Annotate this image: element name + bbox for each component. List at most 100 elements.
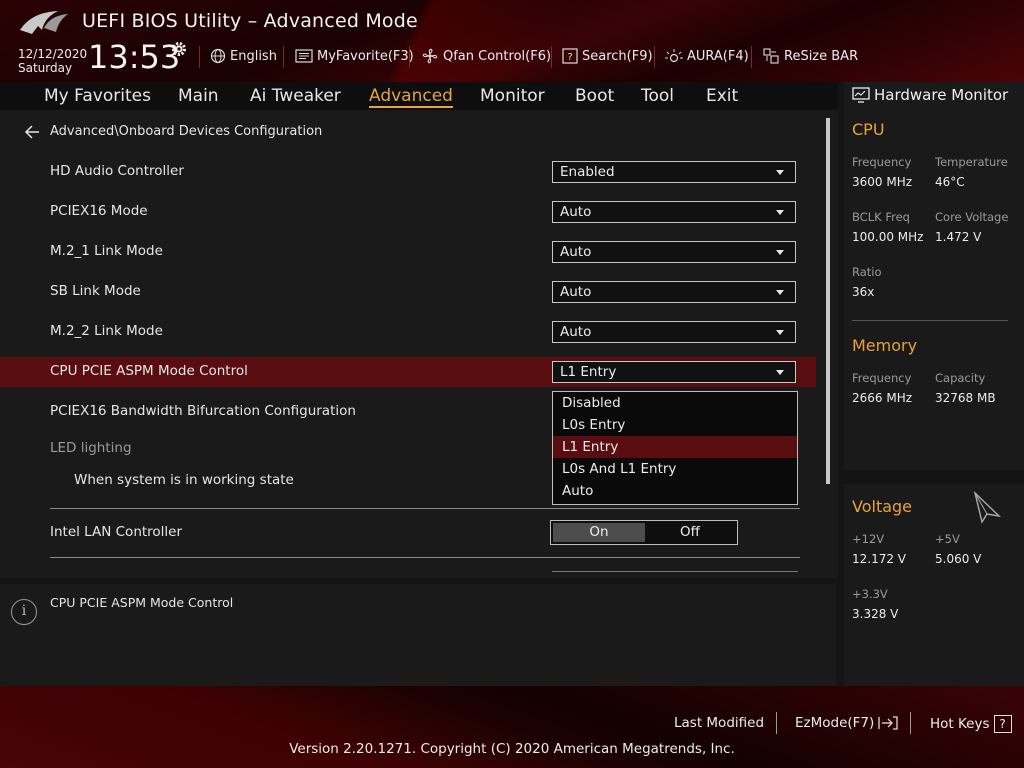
breadcrumb: Advanced\Onboard Devices Configuration bbox=[24, 124, 322, 139]
aura-button[interactable]: AURA(F4) bbox=[665, 47, 749, 65]
header-bar: UEFI BIOS Utility – Advanced Mode 12/12/… bbox=[0, 0, 1024, 82]
help-text: CPU PCIE ASPM Mode Control bbox=[50, 595, 234, 610]
cpu-pcie-aspm-select[interactable]: L1 Entry bbox=[552, 361, 796, 383]
ratio-label: Ratio bbox=[852, 265, 882, 279]
chevron-down-icon bbox=[776, 210, 784, 215]
info-icon: i bbox=[11, 599, 37, 625]
hot-keys-button[interactable]: Hot Keys ? bbox=[930, 715, 1012, 733]
dropdown-option-l0s-entry[interactable]: L0s Entry bbox=[553, 414, 797, 436]
v33-value: 3.328 V bbox=[852, 607, 899, 621]
cpu-frequency-value: 3600 MHz bbox=[852, 175, 913, 189]
cpu-temperature-value: 46°C bbox=[935, 175, 965, 189]
sb-link-select[interactable]: Auto bbox=[552, 281, 796, 303]
tab-main[interactable]: Main bbox=[178, 86, 219, 106]
setting-label-led-working[interactable]: When system is in working state bbox=[74, 472, 294, 488]
memory-heading: Memory bbox=[852, 336, 918, 355]
dropdown-option-l1-entry[interactable]: L1 Entry bbox=[553, 436, 797, 458]
breadcrumb-path: Advanced\Onboard Devices Configuration bbox=[50, 124, 323, 139]
dropdown-option-l0s-and-l1-entry[interactable]: L0s And L1 Entry bbox=[553, 458, 797, 480]
toolbar-divider bbox=[199, 46, 200, 68]
toggle-off-option[interactable]: Off bbox=[645, 523, 735, 542]
back-arrow-icon[interactable] bbox=[24, 124, 40, 139]
toolbar-divider bbox=[751, 46, 752, 68]
tab-tool[interactable]: Tool bbox=[641, 86, 674, 106]
setting-label-sb-link[interactable]: SB Link Mode bbox=[50, 283, 141, 299]
setting-label-cpu-pcie-aspm[interactable]: CPU PCIE ASPM Mode Control bbox=[50, 363, 248, 379]
v5-value: 5.060 V bbox=[935, 552, 982, 566]
toolbar-divider bbox=[551, 46, 552, 68]
setting-label-hd-audio[interactable]: HD Audio Controller bbox=[50, 163, 184, 179]
divider bbox=[852, 320, 1008, 321]
setting-label-pciex16-mode[interactable]: PCIEX16 Mode bbox=[50, 203, 148, 219]
footer-divider bbox=[910, 712, 911, 734]
toggle-on-option[interactable]: On bbox=[553, 523, 645, 542]
qfan-control-button[interactable]: Qfan Control(F6) bbox=[421, 47, 551, 65]
resize-bar-button[interactable]: ReSize BAR bbox=[762, 47, 858, 65]
dropdown-option-auto[interactable]: Auto bbox=[553, 480, 797, 502]
m2-1-link-value: Auto bbox=[560, 244, 592, 260]
last-modified-button[interactable]: Last Modified bbox=[674, 715, 764, 731]
memory-frequency-label: Frequency bbox=[852, 371, 912, 385]
intel-lan-toggle[interactable]: On Off bbox=[550, 520, 738, 545]
day-display: Saturday bbox=[18, 61, 73, 75]
language-label: English bbox=[230, 48, 277, 64]
chevron-down-icon bbox=[776, 370, 784, 375]
tab-exit[interactable]: Exit bbox=[706, 86, 738, 106]
hot-keys-label: Hot Keys bbox=[930, 716, 990, 732]
aura-icon bbox=[665, 49, 683, 63]
resize-bar-icon bbox=[763, 48, 779, 64]
hardware-monitor-title: Hardware Monitor bbox=[852, 86, 1008, 104]
setting-label-intel-lan[interactable]: Intel LAN Controller bbox=[50, 524, 182, 540]
tab-monitor[interactable]: Monitor bbox=[480, 86, 545, 106]
core-voltage-label: Core Voltage bbox=[935, 210, 1009, 224]
scrollbar[interactable] bbox=[826, 118, 830, 484]
hardware-monitor-panel: Hardware Monitor CPU Frequency 3600 MHz … bbox=[844, 82, 1024, 686]
rog-logo-icon bbox=[20, 11, 68, 34]
m2-1-link-select[interactable]: Auto bbox=[552, 241, 796, 263]
ratio-value: 36x bbox=[852, 285, 875, 299]
favorite-icon bbox=[295, 49, 313, 63]
bclk-value: 100.00 MHz bbox=[852, 230, 924, 244]
m2-2-link-select[interactable]: Auto bbox=[552, 321, 796, 343]
myfavorite-button[interactable]: MyFavorite(F3) bbox=[295, 47, 414, 65]
toolbar-divider bbox=[654, 46, 655, 68]
tab-advanced[interactable]: Advanced bbox=[369, 86, 453, 108]
help-panel: i CPU PCIE ASPM Mode Control bbox=[0, 584, 836, 686]
search-button[interactable]: ? Search(F9) bbox=[562, 47, 653, 65]
core-voltage-value: 1.472 V bbox=[935, 230, 982, 244]
cursor-pointer-icon bbox=[973, 490, 1002, 524]
chevron-down-icon bbox=[776, 290, 784, 295]
cpu-frequency-label: Frequency bbox=[852, 155, 912, 169]
tab-my-favorites[interactable]: My Favorites bbox=[44, 86, 151, 106]
bclk-label: BCLK Freq bbox=[852, 210, 910, 224]
hd-audio-select[interactable]: Enabled bbox=[552, 161, 796, 183]
language-button[interactable]: English bbox=[210, 47, 277, 65]
aspm-dropdown-list[interactable]: Disabled L0s Entry L1 Entry L0s And L1 E… bbox=[552, 391, 798, 505]
sb-link-value: Auto bbox=[560, 284, 592, 300]
ezmode-button[interactable]: EzMode(F7) bbox=[795, 715, 898, 731]
hd-audio-value: Enabled bbox=[560, 164, 615, 180]
pciex16-mode-value: Auto bbox=[560, 204, 592, 220]
gear-icon[interactable] bbox=[170, 40, 188, 58]
main-nav: My Favorites Main Ai Tweaker Advanced Mo… bbox=[0, 82, 838, 110]
v5-label: +5V bbox=[935, 532, 960, 546]
tab-boot[interactable]: Boot bbox=[575, 86, 614, 106]
v33-label: +3.3V bbox=[852, 587, 888, 601]
setting-label-bifurcation[interactable]: PCIEX16 Bandwidth Bifurcation Configurat… bbox=[50, 403, 356, 419]
aura-label: AURA(F4) bbox=[687, 48, 749, 64]
section-led-lighting: LED lighting bbox=[50, 440, 132, 456]
tab-ai-tweaker[interactable]: Ai Tweaker bbox=[250, 86, 341, 106]
chevron-down-icon bbox=[776, 330, 784, 335]
voltage-heading: Voltage bbox=[852, 497, 913, 516]
setting-label-m2-2-link[interactable]: M.2_2 Link Mode bbox=[50, 323, 163, 339]
cpu-temperature-label: Temperature bbox=[935, 155, 1008, 169]
setting-label-m2-1-link[interactable]: M.2_1 Link Mode bbox=[50, 243, 163, 259]
divider bbox=[50, 557, 800, 558]
v12-label: +12V bbox=[852, 532, 885, 546]
dropdown-option-disabled[interactable]: Disabled bbox=[553, 392, 797, 414]
memory-frequency-value: 2666 MHz bbox=[852, 391, 913, 405]
clock-display: 13:53 bbox=[88, 38, 181, 76]
settings-panel: Advanced\Onboard Devices Configuration H… bbox=[0, 110, 838, 578]
window-title: UEFI BIOS Utility – Advanced Mode bbox=[82, 10, 418, 32]
pciex16-mode-select[interactable]: Auto bbox=[552, 201, 796, 223]
